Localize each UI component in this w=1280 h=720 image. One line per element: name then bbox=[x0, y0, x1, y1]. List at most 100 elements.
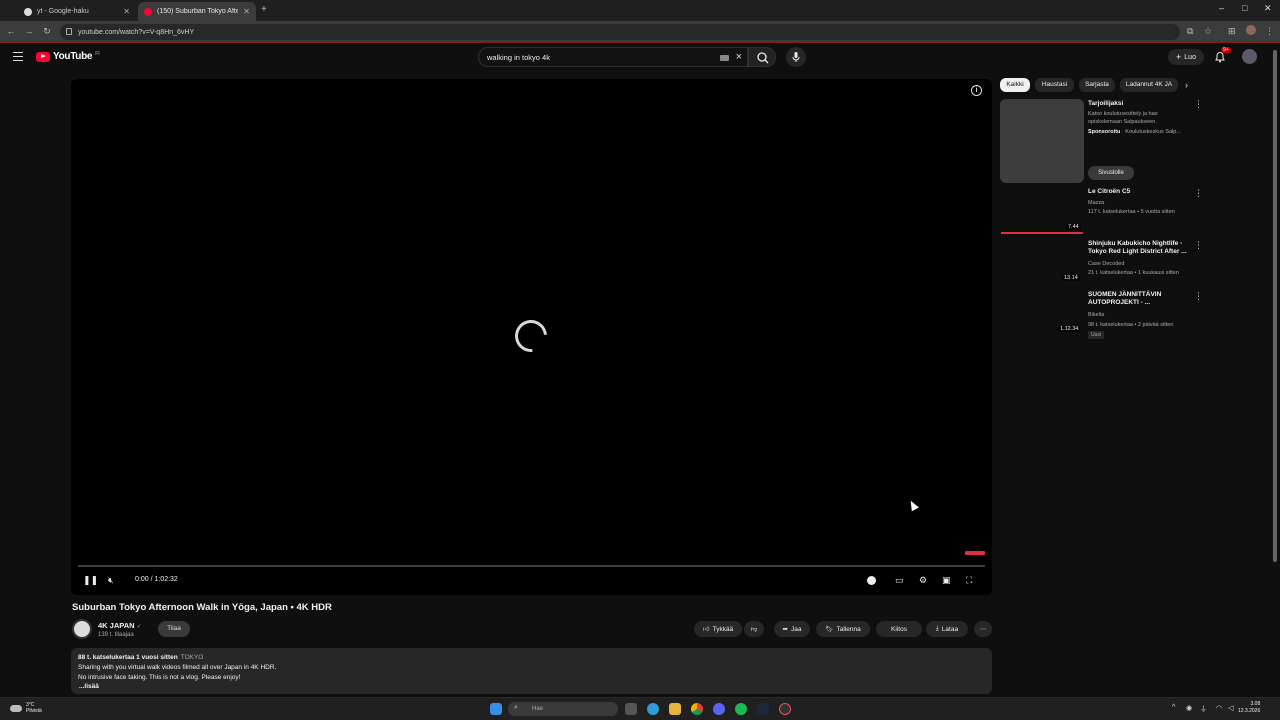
description-tag[interactable]: TOKYO bbox=[181, 654, 204, 661]
edge-browser-icon[interactable] bbox=[647, 703, 659, 715]
maximize-icon[interactable]: □ bbox=[1242, 3, 1247, 13]
related-video-title[interactable]: Shinjuku Kabukicho Nightlife - Tokyo Red… bbox=[1088, 240, 1188, 256]
notifications-button[interactable]: 9+ bbox=[1214, 47, 1231, 68]
site-info-icon[interactable] bbox=[66, 28, 72, 35]
windows-start-icon[interactable] bbox=[490, 703, 502, 715]
reload-icon[interactable]: ↻ bbox=[41, 26, 53, 37]
browser-menu-icon[interactable]: ⋮ bbox=[1265, 26, 1274, 37]
taskbar-search-input[interactable]: Hae bbox=[508, 702, 618, 716]
chevron-right-icon[interactable]: › bbox=[1185, 80, 1188, 90]
chip-from-series[interactable]: Sarjasta bbox=[1079, 78, 1115, 92]
share-label: Jaa bbox=[790, 625, 802, 633]
close-window-icon[interactable]: ✕ bbox=[1264, 3, 1272, 14]
tab-close-icon[interactable]: ✕ bbox=[123, 7, 130, 16]
ad-menu-icon[interactable]: ⋮ bbox=[1194, 99, 1203, 110]
visit-site-button[interactable]: Sivustolle bbox=[1088, 166, 1134, 180]
tab-youtube-video[interactable]: (150) Suburban Tokyo Afternoo... ✕ bbox=[138, 2, 256, 21]
account-avatar[interactable] bbox=[1242, 49, 1257, 64]
channel-avatar[interactable] bbox=[72, 619, 92, 639]
minimize-icon[interactable]: – bbox=[1219, 3, 1224, 13]
time-display: 0:00 / 1:02:32 bbox=[135, 576, 178, 583]
voice-search-button[interactable] bbox=[786, 47, 806, 67]
clear-search-icon[interactable]: × bbox=[736, 51, 742, 63]
description-box[interactable]: 88 t. katselukertaa 1 vuosi sitten TOKYO … bbox=[71, 648, 992, 694]
progress-bar[interactable] bbox=[78, 565, 985, 567]
video-menu-icon[interactable]: ⋮ bbox=[1194, 188, 1203, 199]
tab-close-icon[interactable]: ✕ bbox=[243, 7, 250, 16]
more-actions-button[interactable]: ⋯ bbox=[974, 621, 992, 637]
related-video-channel[interactable]: Mazza bbox=[1088, 199, 1188, 207]
channel-name[interactable]: 4K JAPAN ✓ bbox=[98, 621, 142, 630]
share-button[interactable]: ➦ Jaa bbox=[774, 621, 810, 637]
video-player[interactable]: i ❚❚ 🔇︎ 0:00 / 1:02:32 ▭ ⚙ ▣ ⛶ bbox=[71, 79, 992, 595]
thanks-button[interactable]: Kiitos bbox=[876, 621, 922, 637]
search-button[interactable] bbox=[748, 47, 776, 67]
hamburger-menu-icon[interactable] bbox=[13, 52, 23, 61]
subtitles-icon[interactable]: ▭ bbox=[895, 575, 904, 586]
related-video-channel[interactable]: Bikelia bbox=[1088, 311, 1188, 319]
chevron-up-icon[interactable]: ^ bbox=[1172, 704, 1175, 711]
bookmark-star-icon[interactable]: ☆ bbox=[1204, 26, 1212, 37]
steam-icon[interactable] bbox=[757, 703, 769, 715]
fullscreen-icon[interactable]: ⛶ bbox=[966, 575, 972, 586]
mute-icon[interactable]: 🔇︎ bbox=[108, 575, 114, 586]
search-input[interactable]: walking in tokyo 4k × bbox=[478, 47, 748, 67]
page-scrollbar[interactable] bbox=[1273, 50, 1277, 562]
related-video-title[interactable]: SUOMEN JÄNNITTÄVIN AUTOPROJEKTI - ... bbox=[1088, 291, 1188, 307]
description-line: Sharing with you virtual walk videos fil… bbox=[78, 664, 277, 671]
tab-google-search[interactable]: yt - Google-haku ✕ bbox=[18, 2, 136, 21]
url-text: youtube.com/watch?v=V-q8Hn_6vHY bbox=[78, 28, 195, 36]
pause-icon[interactable]: ❚❚ bbox=[83, 575, 98, 586]
search-query-text: walking in tokyo 4k bbox=[487, 53, 550, 62]
thanks-label: Kiitos bbox=[891, 625, 907, 633]
address-bar[interactable]: youtube.com/watch?v=V-q8Hn_6vHY bbox=[60, 24, 1180, 40]
network-icon[interactable]: ◉ bbox=[1186, 704, 1192, 712]
profile-avatar-icon[interactable] bbox=[1246, 25, 1256, 35]
task-view-icon[interactable] bbox=[625, 703, 637, 715]
spotify-icon[interactable] bbox=[735, 703, 747, 715]
autoplay-toggle-icon[interactable] bbox=[867, 576, 876, 585]
plus-icon[interactable]: + bbox=[261, 4, 267, 15]
settings-gear-icon[interactable]: ⚙ bbox=[919, 575, 927, 586]
like-button[interactable]: 👍︎ Tykkää bbox=[694, 621, 742, 637]
subscribe-button[interactable]: Tilaa bbox=[158, 621, 190, 637]
download-button[interactable]: ⤓ Lataa bbox=[926, 621, 968, 637]
microphone-icon bbox=[792, 52, 800, 62]
microphone-icon[interactable]: ⏚ bbox=[1200, 704, 1207, 714]
related-video-channel[interactable]: Case Decoded bbox=[1088, 260, 1188, 268]
youtube-logo[interactable]: YouTube FI bbox=[36, 51, 100, 62]
cloud-icon bbox=[10, 704, 22, 712]
video-title: Suburban Tokyo Afternoon Walk in Yōga, J… bbox=[72, 602, 332, 613]
ad-title[interactable]: Tarjoilijaksi bbox=[1088, 100, 1188, 108]
install-app-icon[interactable]: ⧉ bbox=[1187, 26, 1193, 37]
discord-icon[interactable] bbox=[713, 703, 725, 715]
ad-thumbnail[interactable] bbox=[1000, 99, 1084, 183]
save-button[interactable]: 🔖︎ Tallenna bbox=[816, 621, 870, 637]
system-clock[interactable]: 3.08 12.3.2026 bbox=[1238, 701, 1260, 715]
chip-all[interactable]: Kaikki bbox=[1000, 78, 1030, 92]
keyboard-icon[interactable] bbox=[720, 55, 729, 61]
create-button[interactable]: + Luo bbox=[1168, 49, 1204, 65]
chrome-icon[interactable] bbox=[691, 703, 703, 715]
video-menu-icon[interactable]: ⋮ bbox=[1194, 240, 1203, 251]
chip-uploaded-by[interactable]: Ladannut 4K JA bbox=[1120, 78, 1178, 92]
theater-mode-icon[interactable]: ▣ bbox=[942, 575, 951, 586]
tab-title: yt - Google-haku bbox=[37, 8, 89, 15]
wifi-icon[interactable]: ◠ bbox=[1216, 704, 1222, 712]
show-more-link[interactable]: ...lisää bbox=[79, 683, 99, 690]
app-icon[interactable] bbox=[779, 703, 791, 715]
video-menu-icon[interactable]: ⋮ bbox=[1194, 291, 1203, 302]
description-line: No intrusive face taking. This is not a … bbox=[78, 674, 241, 681]
dislike-button[interactable]: 👎︎ bbox=[744, 621, 764, 637]
related-video-meta: 98 t. katselukertaa • 2 päivää sitten bbox=[1088, 322, 1174, 328]
info-icon[interactable]: i bbox=[971, 85, 982, 96]
volume-icon[interactable]: ◁ bbox=[1228, 704, 1233, 712]
file-explorer-icon[interactable] bbox=[669, 703, 681, 715]
clock-date: 12.3.2026 bbox=[1238, 708, 1261, 714]
back-arrow-icon[interactable]: ← bbox=[5, 26, 17, 36]
weather-widget[interactable]: 3°C Pilvistä bbox=[10, 702, 42, 714]
chip-from-search[interactable]: Haustasi bbox=[1035, 78, 1074, 92]
forward-arrow-icon[interactable]: → bbox=[23, 26, 35, 36]
extensions-icon[interactable]: ⊞ bbox=[1228, 26, 1236, 37]
related-video-title[interactable]: Le Citroën C5 bbox=[1088, 188, 1188, 196]
